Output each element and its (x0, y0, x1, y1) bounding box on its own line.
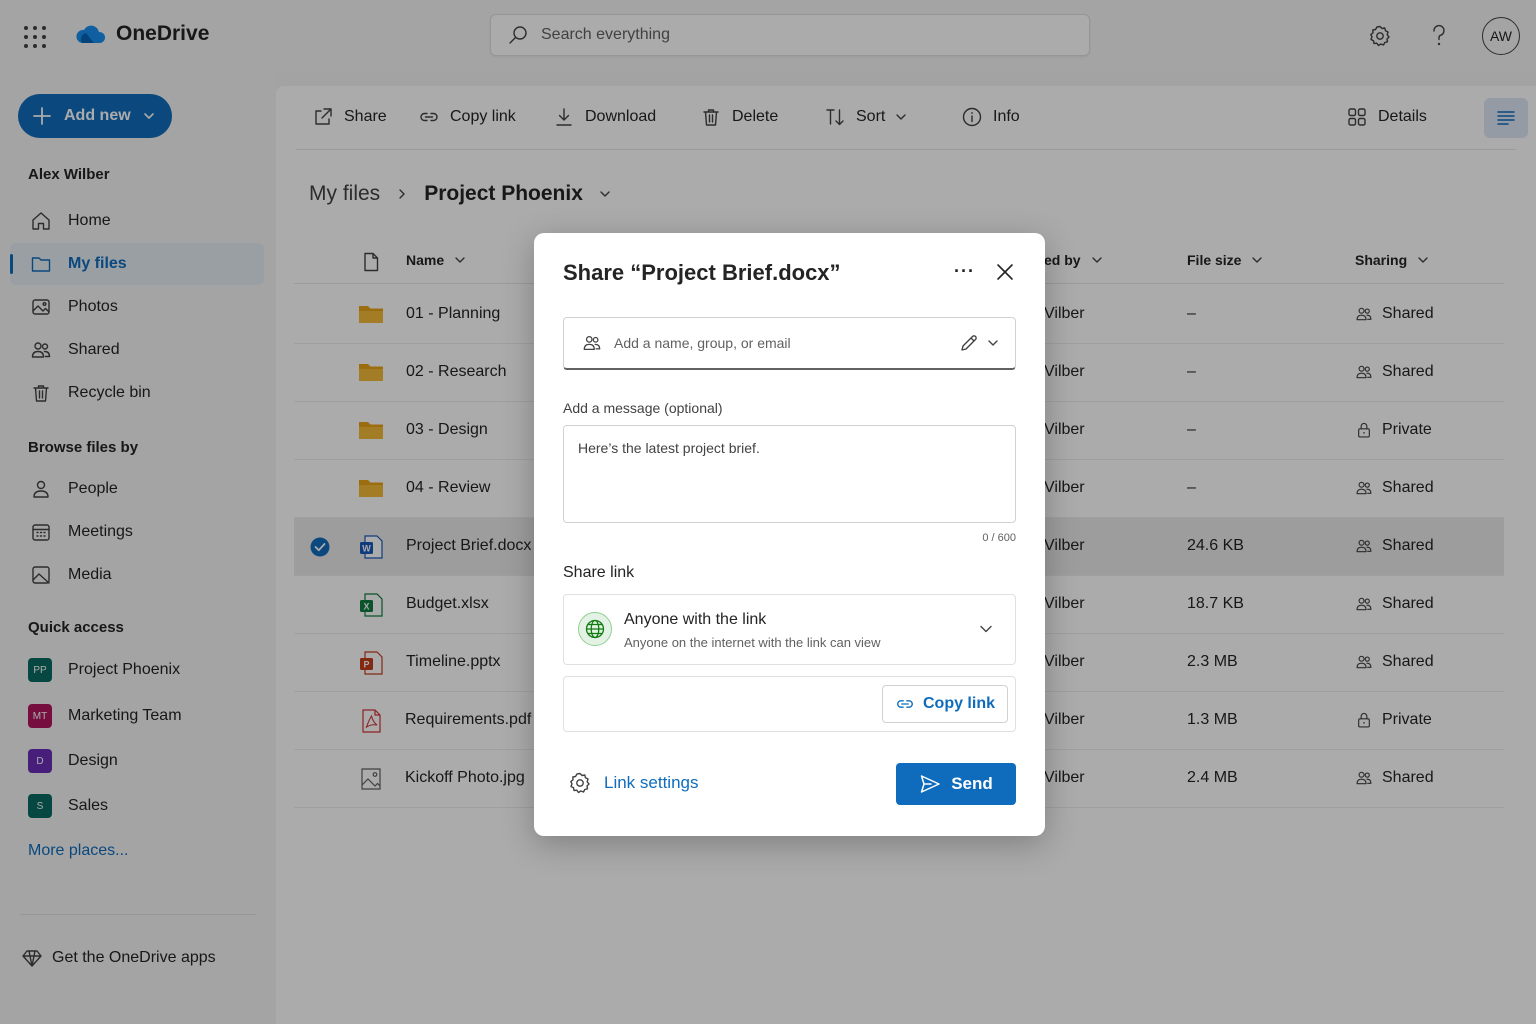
message-textarea[interactable]: Here’s the latest project brief. (563, 425, 1016, 523)
settings-icon (570, 772, 590, 794)
chevron-down-icon (988, 340, 998, 346)
send-button[interactable]: Send (896, 763, 1016, 805)
link-settings-button[interactable]: Link settings (568, 771, 699, 795)
link-field: Copy link (563, 676, 1016, 732)
link-scope-description: Anyone on the internet with the link can… (624, 635, 881, 650)
people-input[interactable]: Add a name, group, or email (614, 335, 947, 351)
share-link-heading: Share link (563, 564, 635, 581)
people-icon (583, 336, 601, 350)
close-button[interactable] (996, 263, 1014, 281)
character-count: 0 / 600 (982, 532, 1016, 544)
link-icon (897, 700, 913, 708)
more-options-button[interactable]: ··· (954, 261, 975, 282)
pencil-icon (961, 335, 977, 351)
message-label: Add a message (optional) (563, 400, 723, 416)
globe-icon (578, 612, 612, 646)
link-settings-label: Link settings (604, 773, 699, 792)
send-icon (920, 775, 940, 793)
copy-link-label: Copy link (922, 695, 995, 712)
permission-dropdown[interactable] (959, 333, 1015, 353)
share-dialog: Share “Project Brief.docx” ··· Add a nam… (534, 233, 1045, 836)
send-label: Send (951, 774, 993, 793)
dialog-title: Share “Project Brief.docx” (563, 260, 841, 285)
people-picker[interactable]: Add a name, group, or email (563, 317, 1016, 370)
close-icon (997, 264, 1013, 280)
link-scope-dropdown[interactable]: Anyone with the link Anyone on the inter… (563, 594, 1016, 665)
link-scope-title: Anyone with the link (624, 611, 767, 628)
copy-link-button[interactable]: Copy link (882, 685, 1008, 723)
chevron-down-icon (980, 625, 992, 633)
